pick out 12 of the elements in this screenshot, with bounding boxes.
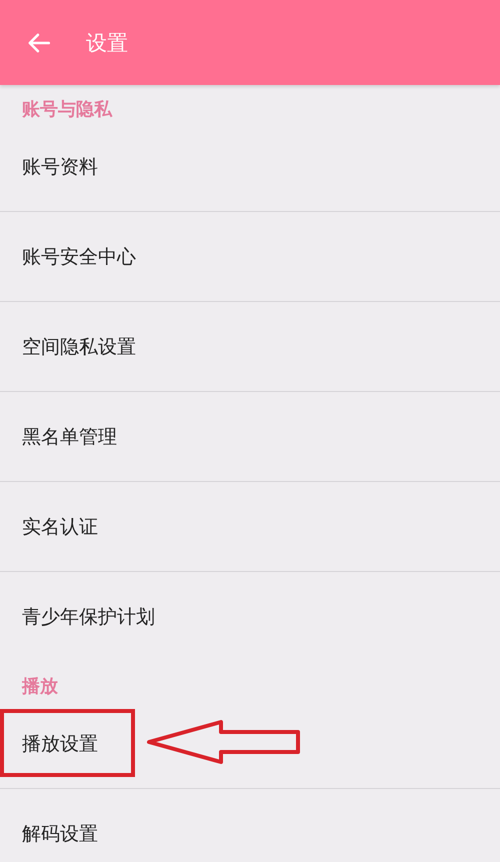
settings-item[interactable]: 解码设置 bbox=[22, 821, 98, 847]
section-heading: 账号与隐私 bbox=[22, 98, 112, 122]
settings-item[interactable]: 播放设置 bbox=[22, 730, 98, 756]
settings-item[interactable]: 实名认证 bbox=[22, 514, 98, 540]
settings-item[interactable]: 空间隐私设置 bbox=[22, 334, 136, 360]
arrow-icon bbox=[146, 718, 302, 766]
page-title: 设置 bbox=[86, 30, 128, 56]
settings-item[interactable]: 黑名单管理 bbox=[22, 424, 117, 450]
settings-item[interactable]: 账号安全中心 bbox=[22, 244, 136, 270]
section-heading: 播放 bbox=[22, 675, 58, 699]
settings-item[interactable]: 账号资料 bbox=[22, 154, 98, 180]
settings-item[interactable]: 青少年保护计划 bbox=[22, 604, 155, 630]
